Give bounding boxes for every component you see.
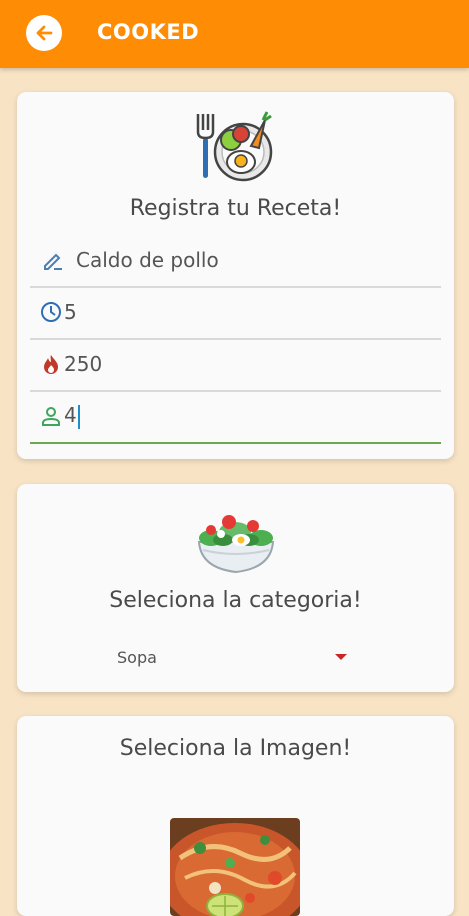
servings-value: 4: [64, 403, 80, 429]
plate-fork-food-icon: [196, 111, 273, 182]
caret-down-icon: [335, 654, 347, 660]
servings-field[interactable]: 4: [30, 390, 441, 444]
back-button[interactable]: [26, 15, 62, 51]
image-card-title: Seleciona la Imagen!: [119, 736, 352, 761]
text-cursor: [77, 404, 80, 429]
salad-bowl-icon: [197, 515, 275, 574]
image-card: Seleciona la Imagen!: [17, 716, 454, 916]
app-title: COOKED: [97, 20, 200, 44]
category-dropdown[interactable]: Sopa: [117, 644, 347, 670]
recipe-card-title: Registra tu Receta!: [129, 196, 342, 221]
clock-icon: [40, 301, 62, 323]
calories-field[interactable]: 250: [30, 338, 441, 392]
recipe-name-value: Caldo de pollo: [76, 248, 219, 272]
category-card-title: Seleciona la categoria!: [109, 588, 362, 613]
app-bar: COOKED: [0, 0, 469, 68]
category-card: Seleciona la categoria! Sopa: [17, 484, 454, 692]
time-value: 5: [64, 300, 77, 324]
recipe-form-card: Registra tu Receta! Caldo de pollo 5 250: [17, 92, 454, 459]
calories-value: 250: [64, 352, 103, 376]
recipe-name-field[interactable]: Caldo de pollo: [30, 234, 441, 288]
flame-icon: [40, 353, 62, 375]
person-icon: [40, 405, 62, 427]
category-selected-value: Sopa: [117, 647, 157, 667]
soup-photo[interactable]: [170, 818, 300, 916]
time-field[interactable]: 5: [30, 286, 441, 340]
arrow-left-icon: [36, 25, 53, 41]
pencil-icon: [42, 249, 64, 271]
